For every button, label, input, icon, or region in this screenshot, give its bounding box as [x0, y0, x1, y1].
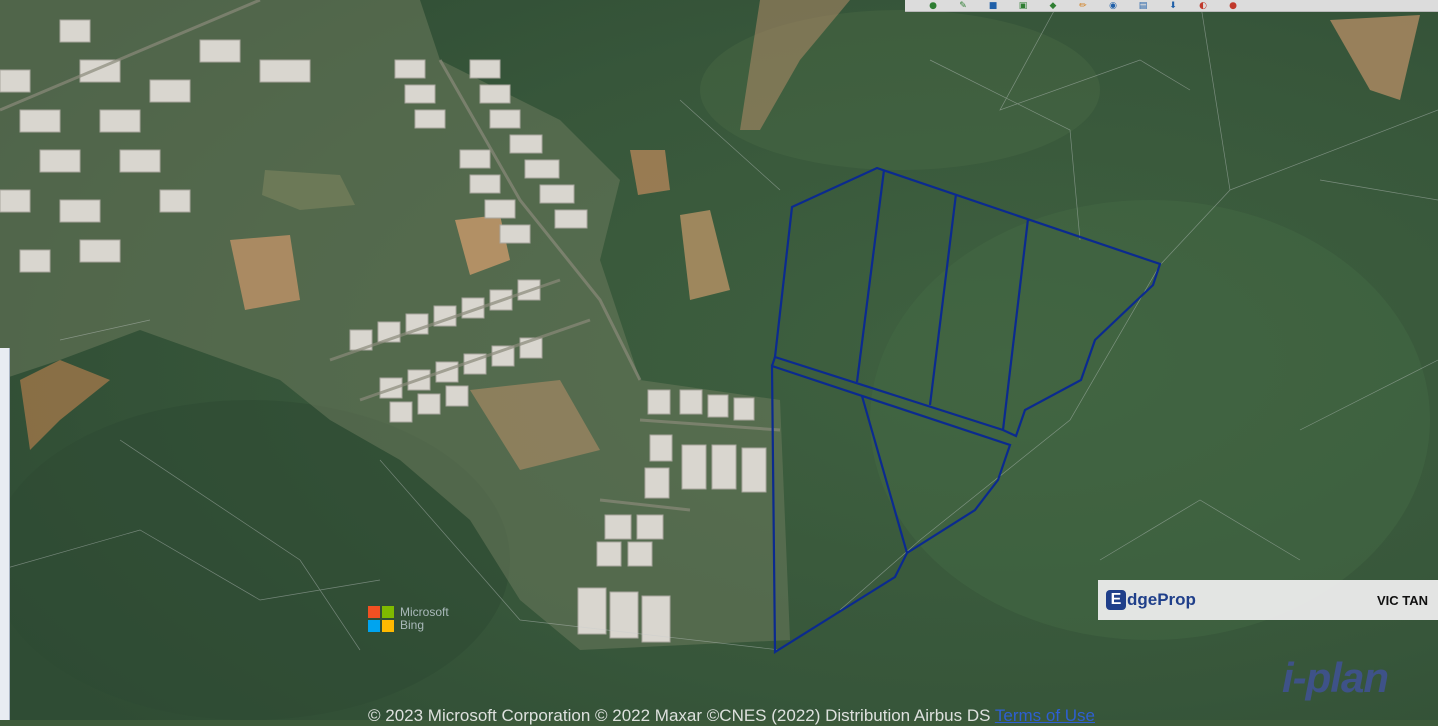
print-icon[interactable]: ▤	[1131, 1, 1155, 11]
microsoft-logo-icon	[368, 606, 394, 632]
bing-line-2: Bing	[400, 618, 425, 632]
clear-icon[interactable]: ◆	[1041, 1, 1065, 11]
map-attribution: © 2023 Microsoft Corporation © 2022 Maxa…	[368, 706, 1095, 726]
side-panel-edge[interactable]	[0, 348, 10, 720]
measure-icon[interactable]: ✎	[951, 1, 975, 11]
microsoft-logo-square	[382, 606, 394, 618]
edgeprop-logo: E dgeProp	[1106, 590, 1196, 610]
zoom-in-icon[interactable]: ●	[921, 1, 945, 11]
edgeprop-logo-mark: E	[1106, 590, 1126, 610]
edgeprop-banner: E dgeProp VIC TAN	[1098, 580, 1438, 620]
microsoft-logo-square	[368, 620, 380, 632]
iplan-watermark: i-plan	[1282, 654, 1389, 701]
terms-of-use-link[interactable]: Terms of Use	[995, 706, 1095, 725]
edgeprop-logo-text: dgeProp	[1127, 590, 1196, 609]
layer-icon[interactable]: ■	[981, 1, 1005, 11]
help-icon[interactable]: ●	[1221, 1, 1245, 11]
forest-patch	[870, 200, 1430, 640]
share-icon[interactable]: ◐	[1191, 1, 1215, 11]
identify-icon[interactable]: ◉	[1101, 1, 1125, 11]
map-toolbar: ● ✎ ■ ▣ ◆ ✏ ◉ ▤ ⬇ ◐ ●	[905, 0, 1438, 12]
download-icon[interactable]: ⬇	[1161, 1, 1185, 11]
attribution-text: © 2023 Microsoft Corporation © 2022 Maxa…	[368, 706, 991, 725]
microsoft-logo-square	[382, 620, 394, 632]
bing-logo: Microsoft Bing	[368, 606, 449, 632]
bing-logo-text: Microsoft Bing	[400, 606, 449, 632]
microsoft-logo-square	[368, 606, 380, 618]
select-icon[interactable]: ▣	[1011, 1, 1035, 11]
draw-icon[interactable]: ✏	[1071, 1, 1095, 11]
agent-name: VIC TAN	[1376, 592, 1428, 608]
